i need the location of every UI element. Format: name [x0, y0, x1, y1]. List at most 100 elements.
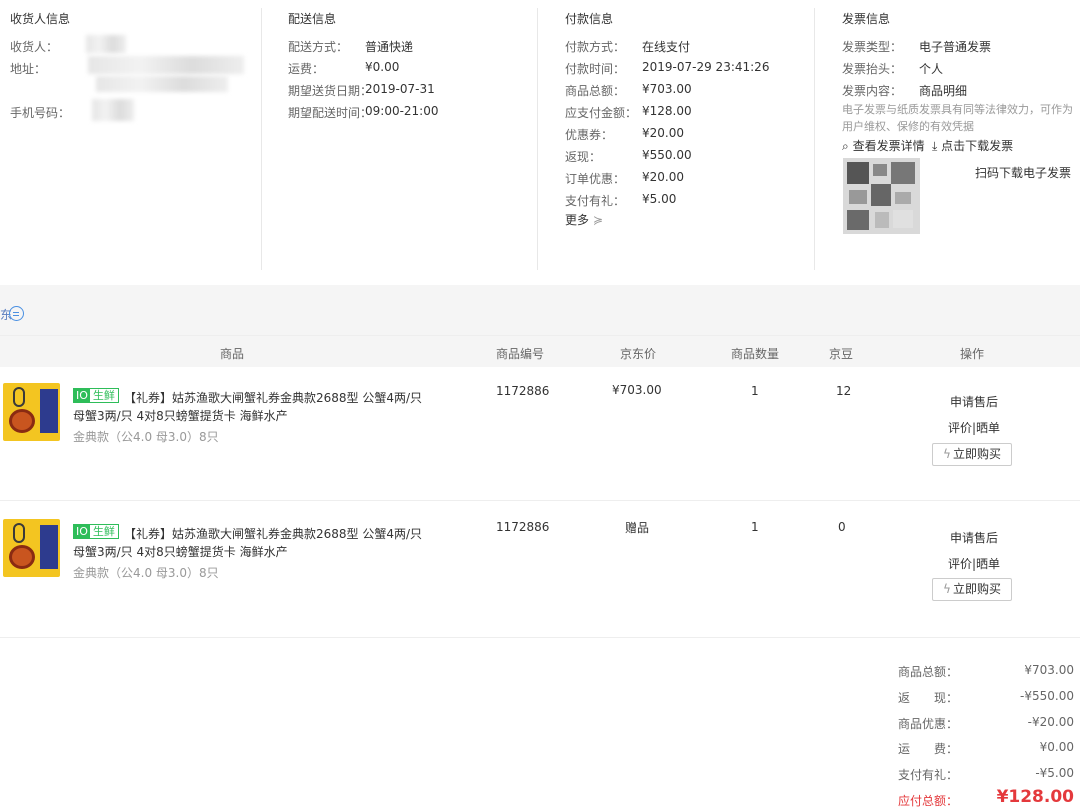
total-value: ¥128.00: [996, 787, 1074, 807]
product-beans: 12: [836, 384, 852, 398]
delivery-date-label: 期望送货日期：: [288, 84, 373, 98]
invoice-note-line2: 用户维权、保修的有效凭据: [842, 120, 974, 133]
order-info-section: 收货人信息 收货人： 地址： 手机号码： 配送信息 配送方式： 普通快递 运费：…: [0, 0, 1080, 285]
receiver-address-redacted-2: [96, 76, 228, 92]
invoice-header-value: 个人: [919, 62, 944, 76]
buy-again-label: 立即购买: [952, 447, 1001, 461]
review-link[interactable]: 评价|晒单: [948, 419, 1000, 436]
row-divider: [0, 500, 1080, 501]
payment-goods-total-value: ¥703.00: [642, 82, 692, 96]
receiver-phone-label: 手机号码：: [10, 106, 71, 120]
summary-label: 支付有礼：: [898, 768, 959, 782]
lightning-icon: ϟ: [943, 447, 951, 461]
invoice-content-value: 商品明细: [919, 84, 968, 98]
chevron-down-icon: ≽: [592, 213, 603, 227]
product-spec: 金典款（公4.0 母3.0）8只: [73, 566, 219, 580]
download-invoice-link[interactable]: ⤓ 点击下载发票: [932, 137, 1013, 154]
payment-order-discount-value: ¥20.00: [642, 170, 684, 184]
download-icon: ⤓: [932, 139, 938, 153]
delivery-fee-label: 运费：: [288, 62, 325, 76]
payment-coupon-label: 优惠券：: [565, 128, 614, 142]
buy-again-button[interactable]: ϟ 立即购买: [932, 578, 1012, 601]
summary-label: 返 现：: [898, 691, 959, 705]
payment-due-value: ¥128.00: [642, 104, 692, 118]
receiver-address-label: 地址：: [10, 62, 47, 76]
receiver-phone-redacted: [92, 99, 134, 121]
invoice-note-line1: 电子发票与纸质发票具有同等法律效力，可作为: [842, 103, 1073, 116]
invoice-type-value: 电子普通发票: [919, 40, 992, 54]
payment-cashback-value: ¥550.00: [642, 148, 692, 162]
after-sale-link[interactable]: 申请售后: [950, 393, 998, 410]
payment-method-value: 在线支付: [642, 40, 691, 54]
product-title[interactable]: 【礼券】姑苏渔歌大闸蟹礼券金典款2688型 公蟹4两/只: [124, 389, 422, 406]
payment-info: 付款信息 付款方式： 在线支付 付款时间： 2019-07-29 23:41:2…: [538, 0, 814, 270]
header-action: 操作: [960, 347, 985, 361]
receiver-name-redacted: [86, 35, 126, 53]
payment-due-label: 应支付金额：: [565, 106, 638, 120]
search-icon: ⌕: [842, 139, 849, 153]
summary-value: -¥20.00: [1027, 715, 1074, 729]
buy-again-label: 立即购买: [952, 582, 1001, 596]
product-price: 赠品: [625, 521, 650, 535]
delivery-time-label: 期望配送时间：: [288, 106, 373, 120]
receiver-title: 收货人信息: [10, 12, 71, 26]
summary-label: 运 费：: [898, 742, 959, 756]
product-sku: 1172886: [496, 520, 550, 534]
payment-order-discount-label: 订单优惠：: [565, 172, 626, 186]
invoice-header-label: 发票抬头：: [842, 62, 903, 76]
review-link[interactable]: 评价|晒单: [948, 555, 1000, 572]
summary-label: 商品优惠：: [898, 717, 959, 731]
view-invoice-link[interactable]: ⌕ 查看发票详情: [842, 137, 925, 154]
product-thumbnail[interactable]: [3, 519, 60, 577]
invoice-qr-code[interactable]: [843, 158, 920, 234]
header-sku: 商品编号: [496, 347, 545, 361]
lightning-icon: ϟ: [943, 582, 951, 596]
receiver-name-label: 收货人：: [10, 40, 59, 54]
invoice-content-label: 发票内容：: [842, 84, 903, 98]
receiver-info: 收货人信息 收货人： 地址： 手机号码：: [0, 0, 260, 270]
summary-label: 商品总额：: [898, 665, 959, 679]
payment-cashback-label: 返现：: [565, 150, 602, 164]
product-sku: 1172886: [496, 384, 550, 398]
payment-gift-value: ¥5.00: [642, 192, 677, 206]
chat-icon[interactable]: [9, 306, 24, 321]
product-thumbnail[interactable]: [3, 383, 60, 441]
header-qty: 商品数量: [731, 347, 780, 361]
payment-method-label: 付款方式：: [565, 40, 626, 54]
fresh-badge: IO 生鲜: [73, 524, 119, 539]
total-label: 应付总额：: [898, 794, 959, 808]
header-beans: 京豆: [829, 347, 854, 361]
delivery-title: 配送信息: [288, 12, 337, 26]
product-title-line2[interactable]: 母蟹3两/只 4对8只螃蟹提货卡 海鲜水产: [73, 543, 288, 560]
invoice-type-label: 发票类型：: [842, 40, 903, 54]
delivery-method-value: 普通快递: [365, 40, 414, 54]
view-invoice-label: 查看发票详情: [852, 139, 925, 153]
download-invoice-label: 点击下载发票: [941, 139, 1014, 153]
payment-more-link[interactable]: 更多 ≽: [565, 211, 603, 228]
payment-coupon-value: ¥20.00: [642, 126, 684, 140]
buy-again-button[interactable]: ϟ 立即购买: [932, 443, 1012, 466]
delivery-date-value: 2019-07-31: [365, 82, 435, 96]
product-title[interactable]: 【礼券】姑苏渔歌大闸蟹礼券金典款2688型 公蟹4两/只: [124, 525, 422, 542]
invoice-title: 发票信息: [842, 12, 891, 26]
delivery-fee-value: ¥0.00: [365, 60, 400, 74]
delivery-method-label: 配送方式：: [288, 40, 349, 54]
payment-goods-total-label: 商品总额：: [565, 84, 626, 98]
after-sale-link[interactable]: 申请售后: [950, 529, 998, 546]
payment-more-label: 更多: [565, 213, 590, 227]
product-spec: 金典款（公4.0 母3.0）8只: [73, 430, 219, 444]
fresh-badge: IO 生鲜: [73, 388, 119, 403]
product-title-line2[interactable]: 母蟹3两/只 4对8只螃蟹提货卡 海鲜水产: [73, 407, 288, 424]
receiver-address-redacted-1: [88, 56, 244, 74]
payment-title: 付款信息: [565, 12, 614, 26]
payment-time-value: 2019-07-29 23:41:26: [642, 60, 770, 74]
delivery-time-value: 09:00-21:00: [365, 104, 439, 118]
summary-value: ¥0.00: [1039, 740, 1074, 754]
header-price: 京东价: [620, 347, 657, 361]
product-price: ¥703.00: [612, 383, 662, 397]
shop-band: [0, 285, 1080, 335]
qr-caption: 扫码下载电子发票: [975, 166, 1072, 180]
delivery-info: 配送信息 配送方式： 普通快递 运费： ¥0.00 期望送货日期： 2019-0…: [262, 0, 538, 270]
row-divider: [0, 637, 1080, 638]
product-beans: 0: [838, 520, 846, 534]
